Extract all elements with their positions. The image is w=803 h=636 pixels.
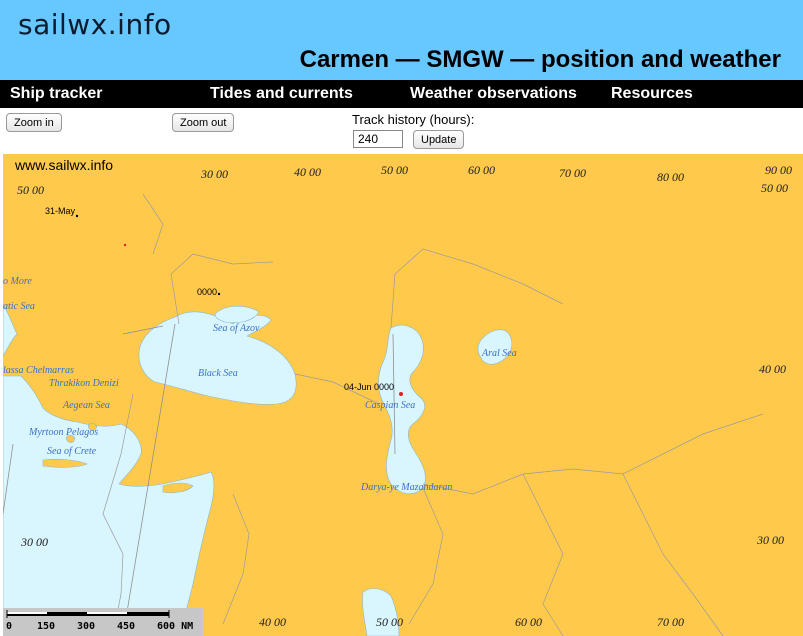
sea-label: Aegean Sea — [63, 400, 110, 411]
border-line — [622, 473, 724, 636]
nav-ship-tracker[interactable]: Ship tracker — [10, 85, 102, 103]
scale-label: 0 — [6, 621, 13, 632]
border-line — [142, 193, 164, 255]
track-hours-input[interactable] — [353, 130, 403, 148]
lon-label: 40 00 — [294, 165, 321, 179]
scale-label: 150 — [37, 621, 56, 632]
track-label: 31-May — [45, 206, 76, 216]
nav-tides-currents[interactable]: Tides and currents — [210, 85, 353, 103]
lon-label: 30 00 — [201, 167, 228, 181]
sea-label: Aral Sea — [482, 348, 517, 359]
map-canvas[interactable]: www.sailwx.info 30 00 40 00 50 00 60 00 … — [3, 154, 803, 636]
track-history-label: Track history (hours): — [352, 112, 475, 127]
lon-label: 80 00 — [657, 170, 684, 184]
lon-label: 70 00 — [657, 615, 684, 629]
track-label: 0000 — [197, 287, 218, 297]
border-line — [522, 473, 564, 636]
nav-resources[interactable]: Resources — [611, 85, 693, 103]
sea-label: Thrakikon Denizi — [49, 378, 119, 389]
lon-label: 60 00 — [468, 163, 495, 177]
lat-label: 30 00 — [757, 533, 784, 547]
scale-label: 600 NM — [157, 621, 194, 632]
site-header: sailwx.info Carmen — SMGW — position and… — [0, 0, 803, 80]
sea-label: atic Sea — [3, 301, 35, 312]
update-button[interactable]: Update — [413, 130, 465, 149]
lat-label: 50 00 — [17, 183, 44, 197]
lat-label: 30 00 — [21, 535, 48, 549]
track-point[interactable] — [217, 292, 221, 296]
border-line — [408, 487, 444, 625]
site-logo[interactable]: sailwx.info — [18, 8, 172, 41]
track-point[interactable] — [123, 243, 127, 247]
sea-label: Myrtoon Pelagos — [29, 427, 99, 438]
zoom-in-button[interactable]: Zoom in — [6, 113, 62, 132]
lon-label: 50 00 — [376, 615, 403, 629]
lon-label: 90 00 — [765, 163, 792, 177]
lat-label: 40 00 — [759, 362, 786, 376]
map-graphic — [3, 193, 764, 636]
track-point[interactable] — [399, 392, 403, 396]
lon-label: 60 00 — [515, 615, 542, 629]
track-point[interactable] — [75, 214, 79, 218]
sea-label: Black Sea — [198, 368, 238, 379]
map-controls: Zoom in Zoom out Track history (hours): … — [0, 108, 803, 154]
lat-label: 50 00 — [761, 181, 788, 195]
sea-label: Sea of Azov — [213, 323, 260, 334]
zoom-out-button[interactable]: Zoom out — [172, 113, 235, 132]
sea-label: Caspian Sea — [365, 400, 416, 411]
scale-label: 450 — [117, 621, 136, 632]
nav-bar: Ship tracker Tides and currents Weather … — [0, 80, 803, 108]
aral-water — [477, 329, 513, 365]
lon-label: 40 00 — [259, 615, 286, 629]
sea-label: o More — [3, 276, 32, 287]
track-label: 04-Jun 0000 — [344, 382, 395, 392]
scale-bar: 0 150 300 450 600 NM — [3, 608, 203, 636]
border-line — [222, 493, 250, 625]
border-line — [390, 248, 564, 329]
page-title: Carmen — SMGW — position and weather — [299, 46, 781, 73]
lon-label: 70 00 — [559, 166, 586, 180]
sea-label: lassa Chelmarras — [3, 365, 74, 376]
lon-label: 50 00 — [381, 163, 408, 177]
nav-weather-observations[interactable]: Weather observations — [410, 85, 577, 103]
sea-label: Sea of Crete — [47, 446, 97, 457]
map-watermark: www.sailwx.info — [15, 157, 114, 173]
border-line — [422, 413, 764, 495]
sea-label: Darya-ye Mazandaran — [361, 482, 453, 493]
scale-label: 300 — [77, 621, 96, 632]
mediterranean-water — [3, 375, 215, 636]
